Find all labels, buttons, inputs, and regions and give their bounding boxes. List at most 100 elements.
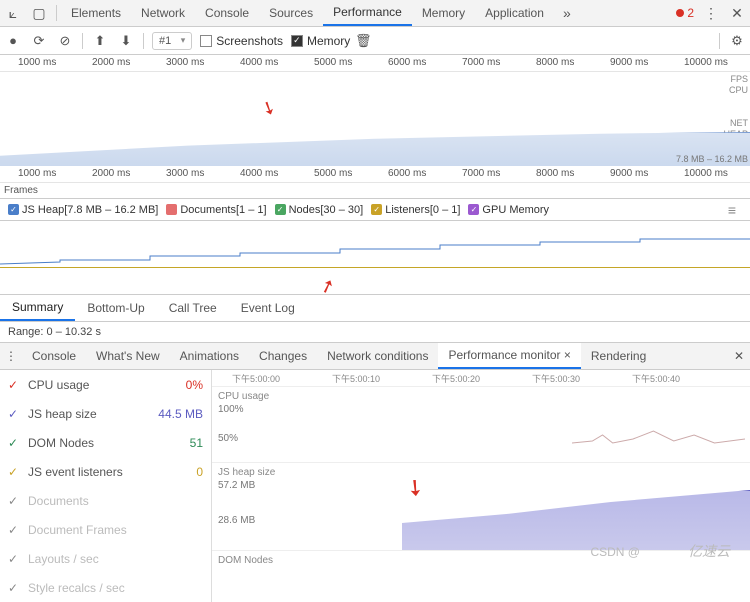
tick: 4000 ms (240, 57, 278, 68)
tab-elements[interactable]: Elements (61, 0, 131, 26)
tick: 6000 ms (388, 57, 426, 68)
close-drawer-icon[interactable]: ✕ (728, 349, 750, 363)
drawer-tabs: ⋮ Console What's New Animations Changes … (0, 343, 750, 370)
legend-documents[interactable]: Documents[1 – 1] (166, 204, 266, 216)
pm-metric-name: JS heap size (28, 407, 150, 421)
pm-metric-value: 44.5 MB (158, 407, 203, 421)
heap-overview-area (0, 132, 750, 166)
js-heap-line (0, 236, 750, 266)
tab-network[interactable]: Network (131, 0, 195, 26)
frames-track-label[interactable]: Frames (0, 183, 750, 199)
tab-sources[interactable]: Sources (259, 0, 323, 26)
tab-memory[interactable]: Memory (412, 0, 475, 26)
tick: 下午5:00:20 (432, 372, 480, 385)
pm-metric-value: 0 (196, 465, 203, 479)
memory-label: Memory (307, 34, 350, 48)
overview-panel[interactable]: FPS CPU NET HEAP 7.8 MB – 16.2 MB ➘ (0, 72, 750, 166)
drawer-tab-network-conditions[interactable]: Network conditions (317, 343, 438, 369)
collect-garbage-button[interactable]: 🗑 (350, 33, 376, 49)
listeners-line (0, 267, 750, 268)
tick: 8000 ms (536, 168, 574, 179)
range-label: Range: 0 – 10.32 s (0, 322, 750, 343)
legend-label: GPU Memory (482, 204, 549, 216)
close-tab-icon[interactable]: × (564, 348, 571, 362)
screenshots-checkbox[interactable] (200, 35, 212, 47)
pm-metric-name: Document Frames (28, 523, 203, 537)
pm-metric-list: ✓CPU usage0% ✓JS heap size44.5 MB ✓DOM N… (0, 370, 212, 602)
pm-metric-recalcs[interactable]: ✓Style recalcs / sec (0, 573, 211, 602)
tick: 1000 ms (18, 57, 56, 68)
performance-monitor: ✓CPU usage0% ✓JS heap size44.5 MB ✓DOM N… (0, 370, 750, 602)
section-title: JS heap size (218, 467, 744, 478)
devtools-top-bar: ⟀ ▢ Elements Network Console Sources Per… (0, 0, 750, 27)
pm-heap-section: JS heap size 57.2 MB 28.6 MB ➘ (212, 462, 750, 550)
heap-range-label: 7.8 MB – 16.2 MB (676, 154, 748, 164)
pm-metric-name: Layouts / sec (28, 552, 203, 566)
legend-label: Listeners[0 – 1] (385, 204, 460, 216)
memory-legend: ✓JS Heap[7.8 MB – 16.2 MB] Documents[1 –… (0, 199, 750, 221)
tab-event-log[interactable]: Event Log (229, 295, 307, 321)
pm-dom-section: DOM Nodes (212, 550, 750, 580)
tab-console[interactable]: Console (195, 0, 259, 26)
tick: 下午5:00:40 (632, 372, 680, 385)
pm-metric-dom[interactable]: ✓DOM Nodes51 (0, 428, 211, 457)
inspect-icon[interactable]: ⟀ (0, 5, 26, 22)
separator (143, 33, 144, 49)
load-profile-button[interactable]: ⬆ (87, 33, 113, 49)
pm-metric-documents[interactable]: ✓Documents (0, 486, 211, 515)
tick: 下午5:00:10 (332, 372, 380, 385)
tick: 10000 ms (684, 168, 728, 179)
pm-chart-area: 下午5:00:00 下午5:00:10 下午5:00:20 下午5:00:30 … (212, 370, 750, 602)
y-label: 100% (218, 404, 744, 415)
tab-bottom-up[interactable]: Bottom-Up (75, 295, 156, 321)
drawer-menu-icon[interactable]: ⋮ (0, 349, 22, 363)
drawer-tab-animations[interactable]: Animations (170, 343, 249, 369)
clear-button[interactable]: ⊘ (52, 33, 78, 49)
tick: 3000 ms (166, 57, 204, 68)
capture-settings-button[interactable]: ⚙ (724, 33, 750, 49)
legend-js-heap[interactable]: ✓JS Heap[7.8 MB – 16.2 MB] (8, 204, 158, 216)
legend-label: JS Heap[7.8 MB – 16.2 MB] (22, 204, 158, 216)
overview-ruler[interactable]: 1000 ms 2000 ms 3000 ms 4000 ms 5000 ms … (0, 55, 750, 72)
tick: 8000 ms (536, 57, 574, 68)
pm-metric-heap[interactable]: ✓JS heap size44.5 MB (0, 399, 211, 428)
pm-metric-name: JS event listeners (28, 465, 188, 479)
legend-gpu-memory[interactable]: ✓GPU Memory (468, 204, 549, 216)
error-count[interactable]: 2 (687, 6, 694, 20)
hamburger-icon[interactable]: ≡ (722, 202, 742, 218)
pm-metric-frames[interactable]: ✓Document Frames (0, 515, 211, 544)
tab-application[interactable]: Application (475, 0, 554, 26)
save-profile-button[interactable]: ⬇ (113, 33, 139, 49)
drawer-tab-whats-new[interactable]: What's New (86, 343, 170, 369)
drawer-tab-label: Performance monitor (448, 348, 560, 362)
tab-performance[interactable]: Performance (323, 0, 412, 26)
pm-metric-cpu[interactable]: ✓CPU usage0% (0, 370, 211, 399)
tab-call-tree[interactable]: Call Tree (157, 295, 229, 321)
pm-metric-listeners[interactable]: ✓JS event listeners0 (0, 457, 211, 486)
drawer-tab-console[interactable]: Console (22, 343, 86, 369)
drawer-tab-changes[interactable]: Changes (249, 343, 317, 369)
tick: 5000 ms (314, 168, 352, 179)
drawer-tab-performance-monitor[interactable]: Performance monitor × (438, 343, 580, 369)
memory-chart[interactable]: ➚ (0, 221, 750, 295)
tick: 9000 ms (610, 168, 648, 179)
reload-record-button[interactable]: ⟳ (26, 33, 52, 49)
recording-selector[interactable]: #1 (152, 32, 192, 50)
error-indicator-icon[interactable] (676, 9, 684, 17)
device-toolbar-icon[interactable]: ▢ (26, 5, 52, 22)
separator (719, 33, 720, 49)
pm-metric-value: 51 (190, 436, 203, 450)
flame-ruler[interactable]: 1000 ms 2000 ms 3000 ms 4000 ms 5000 ms … (0, 166, 750, 183)
record-button[interactable]: ● (0, 33, 26, 48)
watermark-yisu: 亿速云 (688, 541, 730, 561)
legend-listeners[interactable]: ✓Listeners[0 – 1] (371, 204, 460, 216)
kebab-menu-icon[interactable]: ⋮ (698, 5, 724, 22)
close-devtools-icon[interactable]: ✕ (724, 5, 750, 22)
more-tabs-icon[interactable]: » (554, 5, 580, 21)
legend-nodes[interactable]: ✓Nodes[30 – 30] (275, 204, 364, 216)
memory-checkbox[interactable]: ✓ (291, 35, 303, 47)
tab-summary[interactable]: Summary (0, 295, 75, 321)
pm-time-ruler: 下午5:00:00 下午5:00:10 下午5:00:20 下午5:00:30 … (212, 370, 750, 386)
drawer-tab-rendering[interactable]: Rendering (581, 343, 656, 369)
pm-metric-name: CPU usage (28, 378, 178, 392)
